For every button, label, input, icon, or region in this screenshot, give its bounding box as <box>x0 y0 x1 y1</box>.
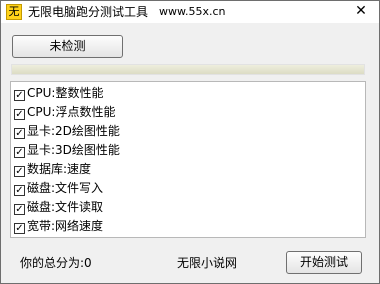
list-item[interactable]: ✓ 宽带:网络速度 <box>14 217 103 235</box>
progress-bar <box>11 64 365 75</box>
total-score: 你的总分为:0 <box>20 256 92 270</box>
app-window: 无 无限电脑跑分测试工具 www.55x.cn ✕ 未检测 ✓ CPU:整数性能 … <box>0 0 380 284</box>
checkbox[interactable]: ✓ <box>14 166 25 177</box>
checkbox[interactable]: ✓ <box>14 90 25 101</box>
test-list: ✓ CPU:整数性能 ✓ CPU:浮点数性能 ✓ 显卡:2D绘图性能 ✓ 显卡:3D绘图… <box>10 81 366 238</box>
list-item[interactable]: ✓ 磁盘:文件读取 <box>14 198 103 216</box>
checkbox[interactable]: ✓ <box>14 185 25 196</box>
list-item[interactable]: ✓ CPU:整数性能 <box>14 84 103 102</box>
list-item-label: 磁盘:文件写入 <box>27 181 104 195</box>
checkbox[interactable]: ✓ <box>14 223 25 234</box>
title-bar[interactable]: 无 无限电脑跑分测试工具 www.55x.cn ✕ <box>1 1 379 23</box>
list-item-label: CPU:整数性能 <box>27 86 104 100</box>
list-item-label: 宽带:网络速度 <box>27 219 104 233</box>
app-icon: 无 <box>6 4 22 20</box>
list-item-label: 磁盘:文件读取 <box>27 200 104 214</box>
list-item[interactable]: ✓ 显卡:2D绘图性能 <box>14 122 120 140</box>
list-item[interactable]: ✓ 数据库:速度 <box>14 160 91 178</box>
window-title: 无限电脑跑分测试工具 <box>28 5 149 19</box>
list-item-label: 数据库:速度 <box>27 162 92 176</box>
checkbox[interactable]: ✓ <box>14 128 25 139</box>
list-item-label: CPU:浮点数性能 <box>27 105 116 119</box>
checkbox[interactable]: ✓ <box>14 204 25 215</box>
list-item-label: 显卡:3D绘图性能 <box>27 143 120 157</box>
list-item-label: 显卡:2D绘图性能 <box>27 124 120 138</box>
close-icon[interactable]: ✕ <box>353 3 369 19</box>
status-button[interactable]: 未检测 <box>12 35 123 58</box>
checkbox[interactable]: ✓ <box>14 147 25 158</box>
list-item[interactable]: ✓ 显卡:3D绘图性能 <box>14 141 120 159</box>
checkbox[interactable]: ✓ <box>14 109 25 120</box>
list-item[interactable]: ✓ CPU:浮点数性能 <box>14 103 115 121</box>
start-test-button[interactable]: 开始测试 <box>286 251 362 274</box>
brand-label: 无限小说网 <box>177 256 238 270</box>
title-url: www.55x.cn <box>159 5 226 18</box>
list-item[interactable]: ✓ 磁盘:文件写入 <box>14 179 103 197</box>
